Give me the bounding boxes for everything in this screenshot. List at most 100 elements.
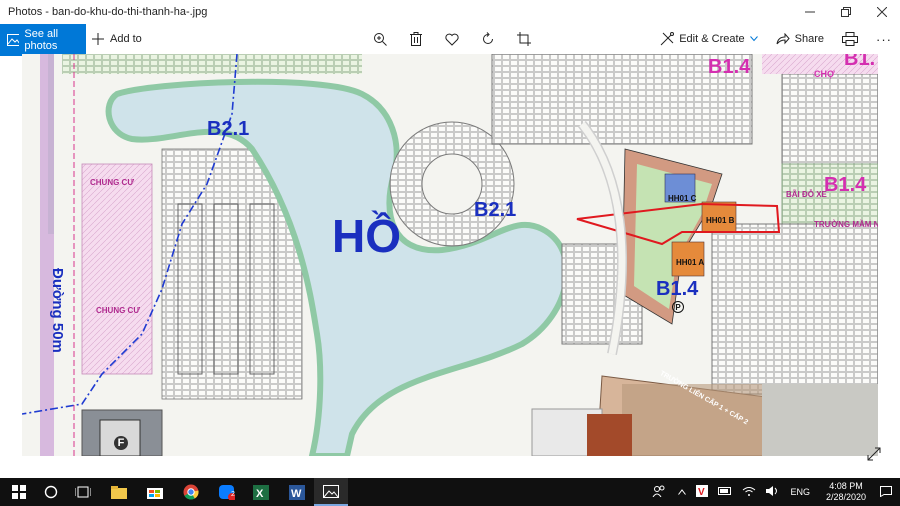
task-view-button[interactable]: [68, 478, 98, 506]
wifi-button[interactable]: [742, 486, 756, 498]
share-icon: [776, 33, 790, 45]
start-icon: [12, 485, 26, 499]
store-icon: [147, 488, 163, 499]
window-title: Photos - ban-do-khu-do-thi-thanh-ha-.jpg: [8, 6, 208, 18]
print-icon: [842, 32, 858, 46]
photos-taskbar-button[interactable]: [314, 478, 348, 506]
people-button[interactable]: [652, 485, 666, 499]
chevron-down-icon: [749, 36, 758, 42]
expand-icon: [867, 447, 881, 461]
notifications-button[interactable]: [880, 485, 892, 499]
apartment-label-b: CHUNG CƯ: [96, 306, 140, 315]
zone-b21-label-a: B2.1: [207, 118, 250, 140]
zalo-button[interactable]: 2: [212, 478, 242, 506]
rotate-icon: [483, 32, 493, 44]
delete-icon: [410, 32, 422, 46]
facility-f-label: F: [114, 436, 128, 450]
zone-b14-label-a: B1.4: [708, 56, 751, 78]
task-view-icon: [75, 486, 91, 498]
antivirus-icon: V: [696, 485, 709, 498]
favorite-button[interactable]: [440, 27, 464, 51]
clock-date: 2/28/2020: [825, 492, 867, 502]
close-button[interactable]: [864, 0, 900, 24]
delete-button[interactable]: [404, 27, 428, 51]
excel-button[interactable]: X: [246, 478, 276, 506]
hh01b-label: HH01 B: [706, 216, 735, 225]
toolbar: See all photos Add to Edit & Create Shar…: [0, 24, 900, 56]
zone-b14-label-b: B1.4: [824, 174, 867, 196]
photos-icon: [323, 484, 339, 498]
battery-icon: [718, 487, 732, 495]
heart-icon: [445, 33, 459, 46]
store-button[interactable]: [140, 478, 170, 506]
photo-canvas[interactable]: HỒ B2.1 B2.1 B1.4 B1. B1.4 B1.4 CHỢ CHUN…: [22, 54, 878, 456]
more-button[interactable]: ···: [876, 32, 892, 47]
chrome-button[interactable]: [176, 478, 206, 506]
start-button[interactable]: [4, 478, 34, 506]
market-label: CHỢ: [814, 69, 835, 79]
zoom-icon: [374, 33, 387, 46]
system-tray: V ENG 4:08 PM 2/28/2020: [652, 478, 900, 506]
svg-text:W: W: [291, 488, 302, 500]
edit-create-label: Edit & Create: [679, 33, 745, 45]
restore-icon: [841, 7, 851, 17]
edit-create-button[interactable]: Edit & Create: [660, 32, 758, 46]
zoom-button[interactable]: [368, 27, 392, 51]
minimize-icon: [805, 11, 815, 13]
share-button[interactable]: Share: [776, 33, 824, 45]
tray-app-button[interactable]: V: [696, 485, 709, 499]
volume-button[interactable]: [766, 486, 778, 498]
hh01c-label: HH01 C: [668, 194, 697, 203]
print-button[interactable]: [842, 32, 858, 46]
more-label: ···: [876, 31, 892, 47]
word-button[interactable]: W: [282, 478, 312, 506]
clock[interactable]: 4:08 PM 2/28/2020: [818, 481, 874, 503]
show-hidden-icons-button[interactable]: [678, 487, 687, 497]
search-circle-icon: [44, 485, 58, 499]
lake-label: HỒ: [332, 210, 401, 262]
see-all-photos-button[interactable]: See all photos: [0, 24, 86, 56]
rotate-button[interactable]: [476, 27, 500, 51]
image-tools: [368, 24, 536, 54]
svg-text:V: V: [698, 487, 705, 497]
chevron-up-icon: [678, 489, 687, 495]
file-explorer-icon: [111, 485, 127, 499]
crop-icon: [517, 32, 531, 46]
volume-icon: [766, 486, 778, 496]
toolbar-right: Edit & Create Share ···: [660, 24, 892, 54]
zone-b21-label-b: B2.1: [474, 199, 517, 221]
battery-button[interactable]: [718, 487, 732, 497]
parking-p-label: P: [672, 301, 684, 313]
title-bar: Photos - ban-do-khu-do-thi-thanh-ha-.jpg: [0, 0, 900, 24]
parking-label: BÃI ĐỖ XE: [786, 190, 827, 199]
close-icon: [877, 7, 887, 17]
photos-icon: [7, 34, 20, 46]
photos-app-window: Photos - ban-do-khu-do-thi-thanh-ha-.jpg…: [0, 0, 900, 478]
language-indicator[interactable]: ENG: [790, 487, 810, 497]
kindergarten-label: TRƯỜNG MẦM NC: [814, 220, 878, 229]
hh01a-label: HH01 A: [676, 258, 705, 267]
chrome-icon: [183, 484, 199, 500]
people-icon: [653, 485, 665, 498]
zone-b1-partial-label: B1.: [844, 54, 876, 70]
zalo-badge: 2: [231, 491, 235, 498]
svg-text:X: X: [256, 488, 264, 500]
search-button[interactable]: [36, 478, 66, 506]
urban-plan-map: [22, 54, 878, 456]
wifi-icon: [743, 487, 756, 496]
add-to-label: Add to: [110, 33, 142, 45]
maximize-button[interactable]: [828, 0, 864, 24]
see-all-label: See all photos: [24, 28, 59, 52]
minimize-button[interactable]: [792, 0, 828, 24]
clock-time: 4:08 PM: [829, 481, 863, 491]
share-label: Share: [794, 33, 824, 45]
notification-icon: [880, 485, 892, 497]
crop-button[interactable]: [512, 27, 536, 51]
road-50m-label: Đường 50m: [49, 268, 66, 353]
add-to-button[interactable]: Add to: [92, 24, 142, 54]
excel-icon: X: [253, 484, 269, 500]
zone-b14-label-c: B1.4: [656, 278, 699, 300]
file-explorer-button[interactable]: [104, 478, 134, 506]
fullscreen-button[interactable]: [866, 446, 882, 462]
apartment-label-a: CHUNG CƯ: [90, 178, 134, 187]
